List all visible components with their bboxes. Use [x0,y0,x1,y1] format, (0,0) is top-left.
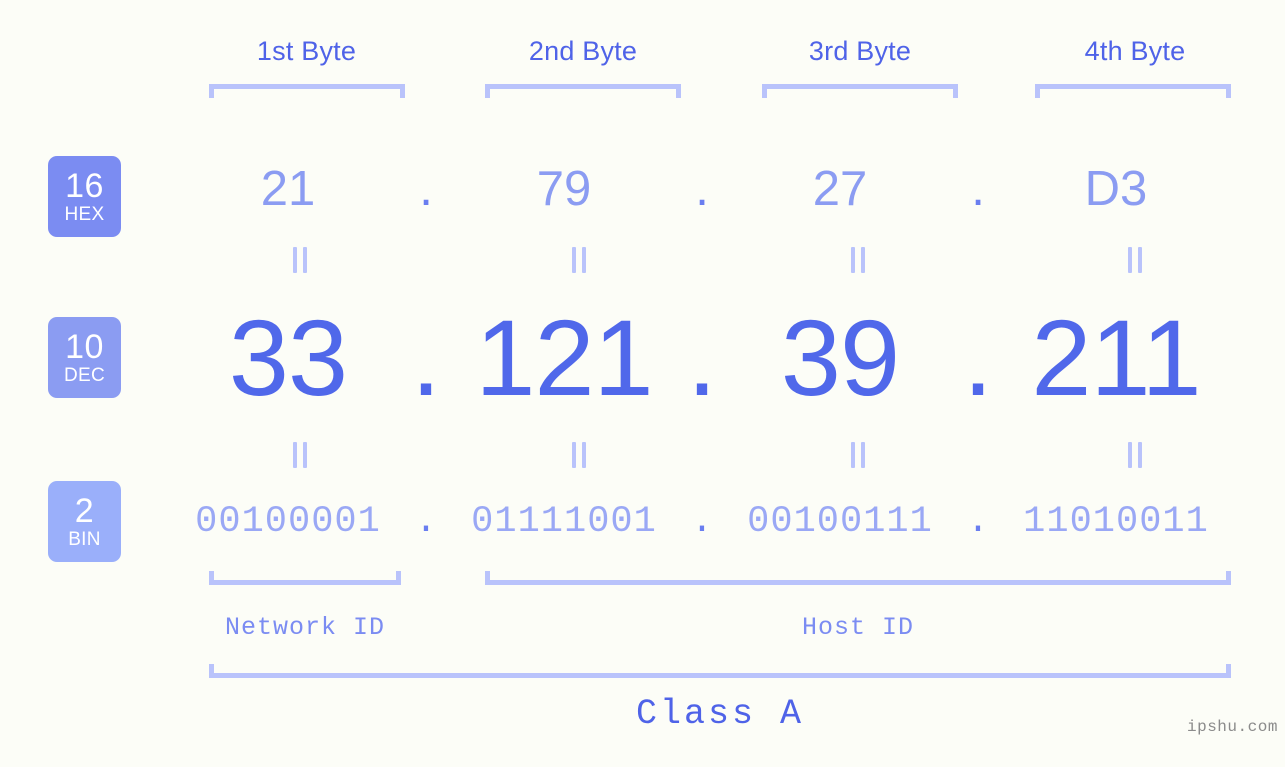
equals-marker-dec-bin-3 [847,442,869,468]
hex-value-row: 21 . 79 . 27 . D3 [190,160,1260,218]
dec-octet-2: 121 [475,296,653,418]
hex-octet-3: 27 [812,162,868,216]
base-badge-hex: 16 HEX [48,156,121,237]
byte-label-4: 4th Byte [1084,36,1186,66]
equals-marker-dec-bin-2 [568,442,590,468]
dec-separator-2: . [686,296,717,418]
byte-bracket-2 [485,84,681,98]
hex-separator-3: . [971,162,985,216]
dec-octet-3: 39 [780,296,900,418]
bin-separator-3: . [966,501,990,543]
equals-marker-hex-dec-3 [847,247,869,273]
base-badge-dec: 10 DEC [48,317,121,398]
byte-label-2: 2nd Byte [528,36,638,66]
equals-marker-hex-dec-4 [1124,247,1146,273]
watermark: ipshu.com [1187,718,1278,736]
equals-marker-hex-dec-1 [289,247,311,273]
bin-value-row: 00100001 . 01111001 . 00100111 . 1101001… [190,497,1260,547]
dec-separator-1: . [410,296,441,418]
byte-label-3: 3rd Byte [808,36,912,66]
bin-separator-1: . [414,501,438,543]
base-badge-dec-number: 10 [65,328,104,366]
base-badge-bin: 2 BIN [48,481,121,562]
ip-address-breakdown-diagram: 1st Byte 2nd Byte 3rd Byte 4th Byte 16 H… [0,0,1285,767]
bin-octet-3: 00100111 [747,501,933,543]
network-id-label: Network ID [224,613,386,642]
hex-octet-1: 21 [260,162,316,216]
bin-separator-2: . [690,501,714,543]
network-id-bracket [209,571,401,585]
dec-octet-4: 211 [1031,296,1201,418]
class-bracket [209,664,1231,678]
host-id-bracket [485,571,1231,585]
hex-octet-4: D3 [1084,162,1148,216]
base-badge-hex-name: HEX [64,204,105,225]
base-badge-bin-name: BIN [68,529,101,550]
base-badge-hex-number: 16 [65,167,104,205]
equals-marker-hex-dec-2 [568,247,590,273]
byte-label-1: 1st Byte [256,36,357,66]
dec-separator-3: . [962,296,993,418]
base-badge-bin-number: 2 [74,492,95,530]
equals-marker-dec-bin-4 [1124,442,1146,468]
dec-value-row: 33 . 121 . 39 . 211 [190,292,1260,422]
dec-octet-1: 33 [228,296,348,418]
hex-separator-2: . [695,162,709,216]
bin-octet-4: 11010011 [1023,501,1209,543]
equals-marker-dec-bin-1 [289,442,311,468]
hex-octet-2: 79 [536,162,592,216]
base-badge-dec-name: DEC [63,365,105,386]
host-id-label: Host ID [801,613,915,642]
byte-bracket-1 [209,84,405,98]
hex-separator-1: . [419,162,433,216]
class-label: Class A [635,694,805,734]
bin-octet-1: 00100001 [195,501,381,543]
bin-octet-2: 01111001 [471,501,657,543]
byte-bracket-3 [762,84,958,98]
byte-bracket-4 [1035,84,1231,98]
